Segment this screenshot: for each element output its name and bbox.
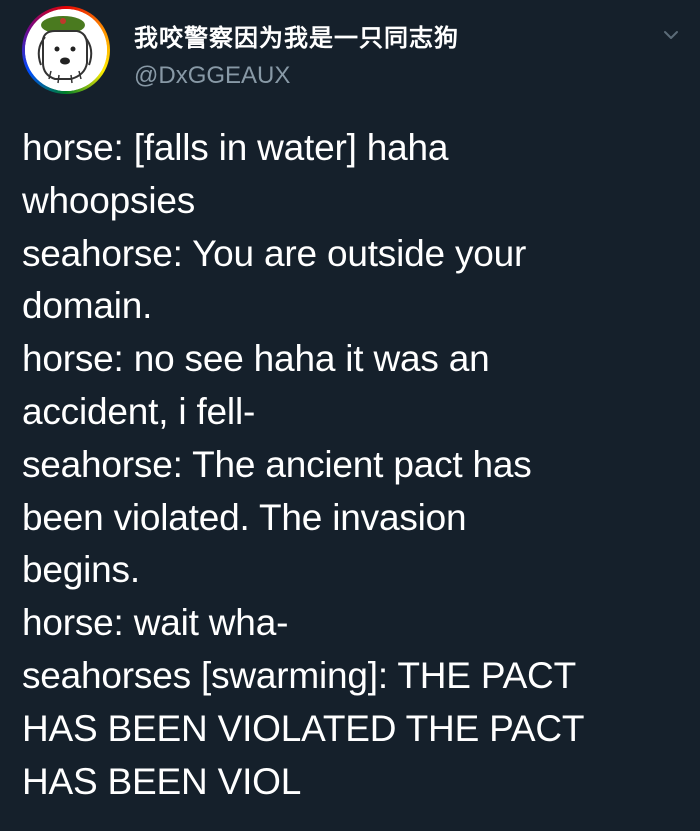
tweet-text-line: seahorse: You are outside your (22, 232, 527, 274)
tweet-text: horse: [falls in water] haha whoopsies s… (22, 122, 682, 808)
tweet-text-line: horse: wait wha- (22, 602, 289, 644)
tweet-text-line: whoopsies (22, 179, 196, 221)
tweet-text-line: HAS BEEN VIOL (22, 760, 302, 802)
tweet-text-line: been violated. The invasion (22, 496, 467, 538)
tweet-text-line: domain. (22, 285, 153, 327)
tweet-header: 我咬警察因为我是一只同志狗 @DxGGEAUX (22, 6, 682, 98)
author-display-name[interactable]: 我咬警察因为我是一只同志狗 (134, 18, 459, 53)
tweet-text-line: seahorses [swarming]: THE PACT (22, 654, 576, 696)
tweet-text-line: HAS BEEN VIOLATED THE PACT (22, 707, 585, 749)
tweet-text-line: horse: [falls in water] haha (22, 127, 449, 168)
avatar[interactable] (22, 6, 110, 94)
tweet-text-line: horse: no see haha it was an (22, 338, 490, 380)
dog-avatar-icon (25, 9, 107, 91)
tweet: 我咬警察因为我是一只同志狗 @DxGGEAUX horse: [falls in… (0, 0, 700, 831)
tweet-text-line: seahorse: The ancient pact has (22, 443, 532, 485)
tweet-text-line: accident, i fell- (22, 390, 256, 432)
author-handle[interactable]: @DxGGEAUX (134, 62, 290, 90)
chevron-down-icon[interactable] (660, 24, 682, 46)
tweet-text-line: begins. (22, 549, 140, 591)
